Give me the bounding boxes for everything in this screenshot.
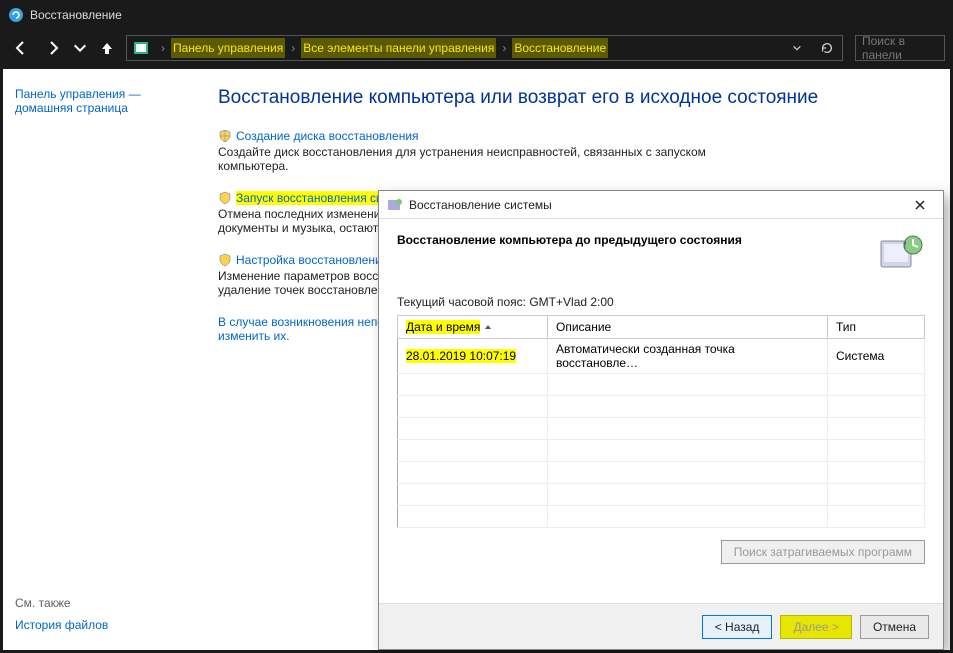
forward-button[interactable] <box>40 35 66 61</box>
window-title: Восстановление <box>30 8 122 22</box>
sidebar-home-line1: Панель управления — <box>15 87 186 101</box>
restore-point-row[interactable]: 28.01.2019 10:07:19 Автоматически создан… <box>398 339 925 374</box>
breadcrumb-item-1[interactable]: Все элементы панели управления <box>301 38 496 58</box>
task-desc: Создайте диск восстановления для устране… <box>218 145 738 173</box>
sort-asc-icon <box>484 323 492 331</box>
sidebar-home-line2: домашняя страница <box>15 101 186 115</box>
chevron-icon <box>155 41 171 55</box>
search-input[interactable]: Поиск в панели <box>855 35 945 61</box>
table-row <box>398 396 925 418</box>
nav-bar: Панель управления Все элементы панели уп… <box>0 30 953 66</box>
dialog-title: Восстановление системы <box>409 198 905 212</box>
recent-dropdown[interactable] <box>72 35 88 61</box>
back-button[interactable] <box>8 35 34 61</box>
task-link[interactable]: Создание диска восстановления <box>236 129 419 143</box>
control-panel-icon <box>131 38 151 58</box>
shield-icon <box>218 191 232 205</box>
address-dropdown-icon[interactable] <box>782 43 812 53</box>
chevron-icon <box>285 41 301 55</box>
dialog-body: Восстановление компьютера до предыдущего… <box>379 219 943 603</box>
file-history-link[interactable]: История файлов <box>15 618 108 632</box>
system-restore-dialog: Восстановление системы Восстановление ко… <box>378 190 944 650</box>
table-row <box>398 506 925 528</box>
wizard-icon <box>877 229 925 277</box>
back-button[interactable]: < Назад <box>702 615 773 639</box>
up-button[interactable] <box>94 35 120 61</box>
dialog-titlebar[interactable]: Восстановление системы <box>379 191 943 219</box>
task-create-recovery-drive: Создание диска восстановления Создайте д… <box>218 129 930 173</box>
timezone-label: Текущий часовой пояс: GMT+Vlad 2:00 <box>397 295 925 309</box>
cancel-button[interactable]: Отмена <box>860 615 929 639</box>
scan-affected-programs-button: Поиск затрагиваемых программ <box>721 540 925 564</box>
search-placeholder: Поиск в панели <box>862 34 938 62</box>
window-titlebar: Восстановление <box>0 0 953 30</box>
table-row <box>398 462 925 484</box>
cell-date: 28.01.2019 10:07:19 <box>406 349 516 363</box>
see-also-label: См. также <box>15 596 108 610</box>
col-type[interactable]: Тип <box>828 316 925 339</box>
table-row <box>398 418 925 440</box>
dialog-footer: < Назад Далее > Отмена <box>379 603 943 649</box>
page-title: Восстановление компьютера или возврат ег… <box>218 87 930 109</box>
sidebar-home-link[interactable]: Панель управления — домашняя страница <box>15 87 186 115</box>
breadcrumb-item-2[interactable]: Восстановление <box>512 38 608 58</box>
cell-desc: Автоматически созданная точка восстановл… <box>548 339 828 374</box>
restore-icon <box>387 197 403 213</box>
col-desc[interactable]: Описание <box>548 316 828 339</box>
next-button[interactable]: Далее > <box>780 615 852 639</box>
table-row <box>398 374 925 396</box>
col-date[interactable]: Дата и время <box>398 316 548 339</box>
breadcrumb[interactable]: Панель управления Все элементы панели уп… <box>126 35 843 61</box>
chevron-icon <box>496 41 512 55</box>
dialog-heading: Восстановление компьютера до предыдущего… <box>397 233 925 247</box>
shield-icon <box>218 129 232 143</box>
shield-icon <box>218 253 232 267</box>
table-row <box>398 484 925 506</box>
close-button[interactable] <box>905 193 935 217</box>
app-icon <box>8 7 24 23</box>
restore-points-table[interactable]: Дата и время Описание Тип 28.01.2019 10:… <box>397 315 925 528</box>
sidebar-footer: См. также История файлов <box>15 596 108 632</box>
table-row <box>398 440 925 462</box>
cell-type: Система <box>828 339 925 374</box>
refresh-button[interactable] <box>812 41 842 55</box>
sidebar: Панель управления — домашняя страница См… <box>3 69 198 650</box>
breadcrumb-item-0[interactable]: Панель управления <box>171 38 285 58</box>
